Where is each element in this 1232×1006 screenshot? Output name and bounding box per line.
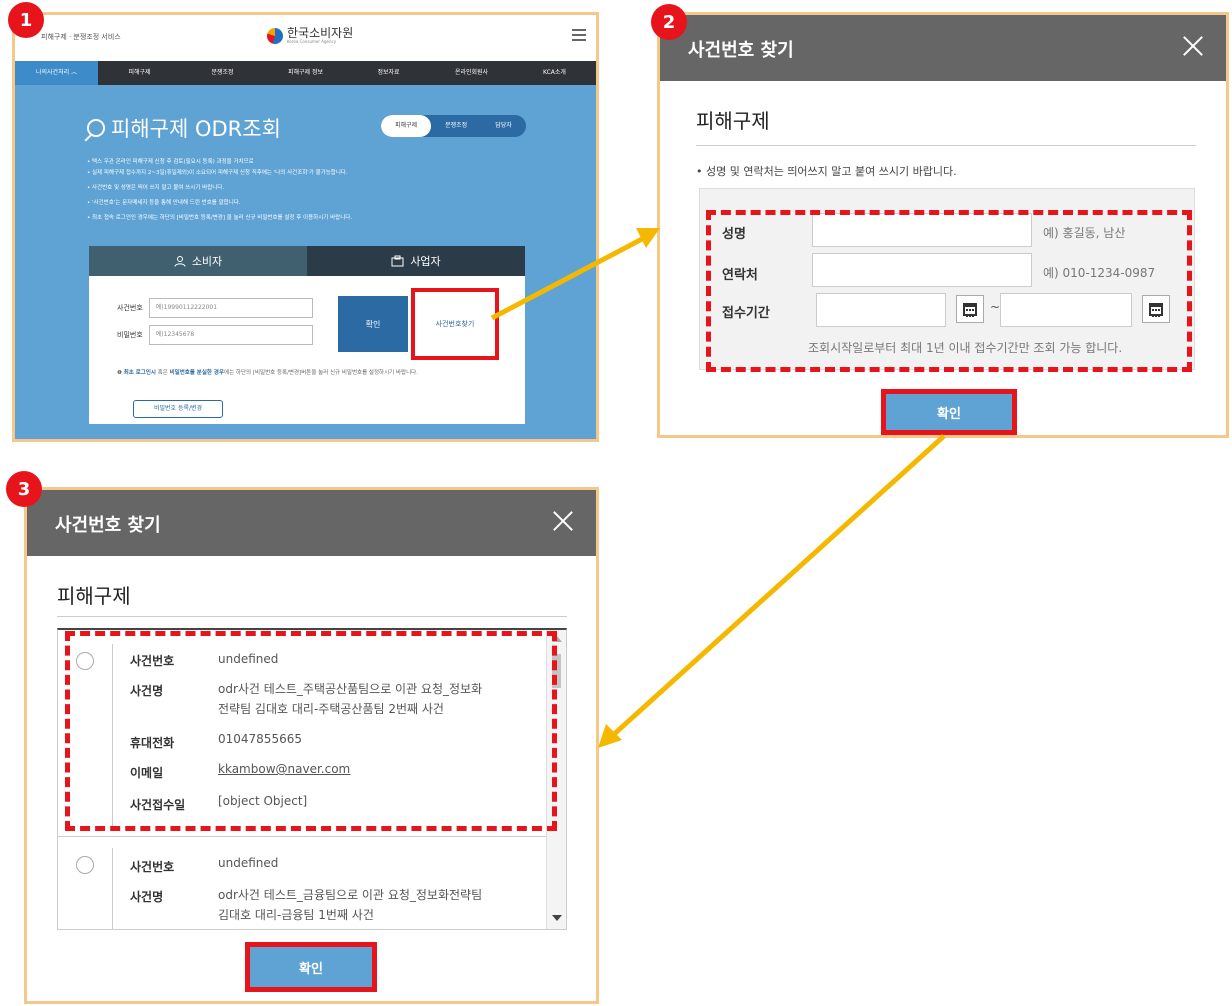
nav-item-relief-info[interactable]: 피해구제 정보: [264, 61, 347, 85]
odr-lookup-page: 피해구제 · 분쟁조정 서비스 한국소비자원 Korea Consumer Ag…: [12, 12, 599, 442]
case-number-input[interactable]: 예)19990112222001: [148, 298, 313, 318]
case-name-line-1: odr사건 테스트_금융팀으로 이관 요청_정보화전략팀: [218, 888, 483, 902]
case-number-row: 사건번호 예)19990112222001: [117, 298, 313, 318]
page-title: 피해구제 ODR조회: [87, 113, 281, 143]
step-badge-3: 3: [6, 471, 42, 507]
modal-confirm-button[interactable]: 확인: [881, 389, 1017, 435]
find-case-modal-results: 사건번호 찾기 피해구제 사건번호 undefined 사건명 odr사건 테스…: [24, 487, 599, 1004]
user-type-tabs: 소비자 사업자: [89, 246, 525, 276]
password-input[interactable]: 예)12345678: [148, 325, 313, 345]
nav-item-dispute[interactable]: 분쟁조정: [181, 61, 264, 85]
case-name-line-2: 김대호 대리-금융팀 1번째 사건: [218, 908, 374, 922]
password-row: 비밀번호 예)12345678: [117, 325, 313, 345]
notice-item: 사건번호 및 성명은 띄어 쓰지 말고 붙여 쓰시기 바랍니다.: [87, 183, 547, 194]
notice-item: '사건번호'는 문자메세지 등을 통해 안내해 드린 번호를 말합니다.: [87, 198, 547, 209]
login-box: 사건번호 예)19990112222001 비밀번호 예)12345678 확인…: [89, 276, 525, 424]
scroll-down-icon[interactable]: [552, 915, 562, 921]
arrow-head-2: [598, 724, 622, 748]
nav-item-damage-relief[interactable]: 피해구제: [98, 61, 181, 85]
nav-item-resources[interactable]: 정보자료: [347, 61, 430, 85]
case-number-label: 사건번호: [117, 304, 143, 312]
login-confirm-button[interactable]: 확인: [338, 296, 408, 352]
section-divider: [696, 145, 1196, 146]
tab-business[interactable]: 사업자: [307, 246, 525, 276]
modal-header: 사건번호 찾기: [660, 15, 1226, 81]
step-badge-2: 2: [651, 4, 687, 40]
nav-item-online-members[interactable]: 온라인회원사: [430, 61, 513, 85]
find-case-number-button[interactable]: 사건번호찾기: [411, 288, 499, 360]
close-icon[interactable]: [552, 510, 574, 532]
segment-damage-relief[interactable]: 피해구제: [381, 115, 432, 137]
modal-title: 사건번호 찾기: [55, 515, 161, 536]
notice-item: 최초 접속 로그인인 경우에는 하단의 [비밀번호 등록/변경] 을 눌러 신규…: [87, 213, 547, 224]
tab-business-label: 사업자: [410, 255, 441, 268]
password-info: ❶ 최초 로그인시 혹은 비밀번호를 분실한 경우에는 하단의 [비밀번호 등록…: [117, 369, 497, 378]
segment-manager[interactable]: 담당자: [481, 115, 526, 137]
register-password-button[interactable]: 비밀번호 등록/변경: [133, 400, 223, 418]
item-divider: [112, 848, 113, 929]
logo-name: 한국소비자원: [287, 26, 354, 40]
logo-mark-icon: [267, 27, 283, 44]
modal-header: 사건번호 찾기: [27, 490, 596, 556]
info-connector: 혹은: [155, 370, 170, 376]
tab-consumer[interactable]: 소비자: [89, 246, 307, 276]
section-divider: [57, 616, 567, 617]
info-first-login: 최초 로그인시: [123, 370, 156, 376]
building-icon: [391, 255, 404, 267]
modal-title: 사건번호 찾기: [688, 40, 794, 61]
search-icon: [87, 119, 105, 137]
nav-item-my-case[interactable]: 나의사건처리 ︿: [15, 61, 98, 85]
notice-item: 실제 피해구제 접수까지 2~3일(휴일제외)이 소요되어 피해구제 신청 직후…: [87, 168, 547, 179]
notice-list: 택스 우관 온라인 피해구제 신청 후 검토(필요시 등록) 과정을 거치므로 …: [87, 157, 547, 228]
notice-item: 택스 우관 온라인 피해구제 신청 후 검토(필요시 등록) 과정을 거치므로: [87, 157, 547, 168]
type-segment: 피해구제 분쟁조정 담당자: [381, 115, 526, 137]
info-text: 에는 하단의 [비밀번호 등록/변경]버튼을 눌러 신규 비밀번호를 설정하시기…: [224, 370, 418, 376]
item-separator: [58, 836, 546, 837]
arrow-2-to-3: [610, 434, 946, 738]
person-icon: [174, 256, 186, 267]
result-highlight: [65, 631, 557, 831]
case-name-key: 사건명: [130, 890, 164, 904]
tab-consumer-label: 소비자: [191, 255, 223, 268]
menu-icon[interactable]: [572, 29, 586, 41]
info-lost-password: 비밀번호를 분실한 경우: [169, 370, 225, 376]
section-title: 피해구제: [57, 584, 131, 608]
page-title-text: 피해구제 ODR조회: [111, 117, 281, 141]
case-number-key: 사건번호: [130, 860, 175, 874]
nav-item-kca-intro[interactable]: KCA소개: [513, 61, 596, 85]
step-badge-1: 1: [8, 2, 44, 38]
close-icon[interactable]: [1182, 35, 1204, 57]
modal-confirm-button[interactable]: 확인: [245, 942, 377, 992]
password-label: 비밀번호: [117, 331, 143, 339]
form-note: • 성명 및 연락처는 띄어쓰지 말고 붙여 쓰시기 바랍니다.: [696, 165, 957, 178]
find-case-modal-form: 사건번호 찾기 피해구제 • 성명 및 연락처는 띄어쓰지 말고 붙여 쓰시기 …: [657, 12, 1229, 438]
form-highlight: [706, 210, 1192, 372]
case-number-value: undefined: [218, 856, 279, 870]
global-nav: 나의사건처리 ︿ 피해구제 분쟁조정 피해구제 정보 정보자료 온라인회원사 K…: [15, 61, 596, 85]
result-radio[interactable]: [76, 856, 94, 874]
service-name: 피해구제 · 분쟁조정 서비스: [41, 33, 121, 41]
segment-dispute[interactable]: 분쟁조정: [431, 115, 481, 137]
site-header: 피해구제 · 분쟁조정 서비스 한국소비자원 Korea Consumer Ag…: [15, 15, 596, 61]
kca-logo[interactable]: 한국소비자원 Korea Consumer Agency: [267, 27, 353, 44]
info-icon: ❶: [117, 370, 124, 376]
section-title: 피해구제: [696, 109, 770, 133]
